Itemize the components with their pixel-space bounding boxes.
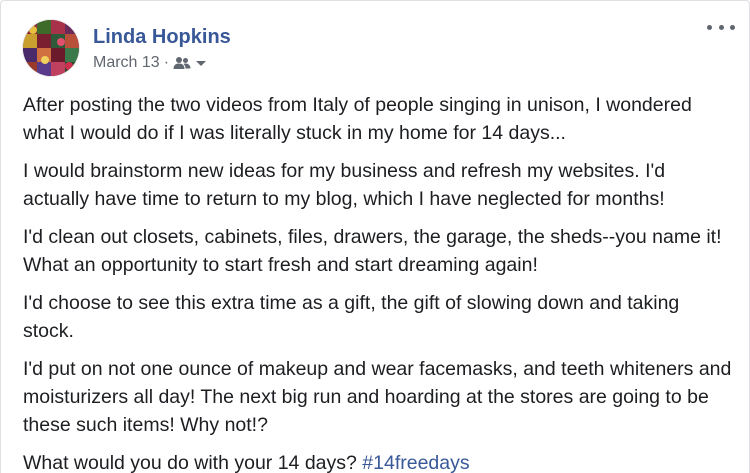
more-options-button[interactable] [707,17,735,37]
avatar-image [23,20,79,76]
separator: · [163,54,170,71]
avatar[interactable] [22,19,80,77]
author-name[interactable]: Linda Hopkins [93,25,231,49]
more-options-dot [718,24,724,30]
post-paragraph: I'd put on not one ounce of makeup and w… [23,358,732,436]
post-meta: Linda Hopkins March 13 · [93,25,231,73]
audience-selector[interactable] [173,56,208,70]
post-paragraph: I would brainstorm new ideas for my busi… [23,160,666,210]
hashtag-link[interactable]: #14freedays [362,452,469,473]
post-header: Linda Hopkins March 13 · [22,19,231,77]
post-paragraph: After posting the two videos from Italy … [23,94,692,144]
post-body: After posting the two videos from Italy … [23,91,733,473]
post-subline: March 13 · [93,53,231,73]
facebook-post: Linda Hopkins March 13 · After posting t… [0,0,750,473]
caret-down-icon [196,61,207,66]
more-options-icon [707,24,712,30]
post-paragraph: I'd choose to see this extra time as a g… [23,292,680,342]
post-last-line-text: What would you do with your 14 days? [23,452,357,473]
post-last-paragraph: What would you do with your 14 days? #14… [23,449,733,473]
post-date[interactable]: March 13 [93,53,160,73]
post-paragraph: I'd clean out closets, cabinets, files, … [23,226,722,276]
more-options-dot [730,24,735,30]
friends-icon [173,57,191,69]
